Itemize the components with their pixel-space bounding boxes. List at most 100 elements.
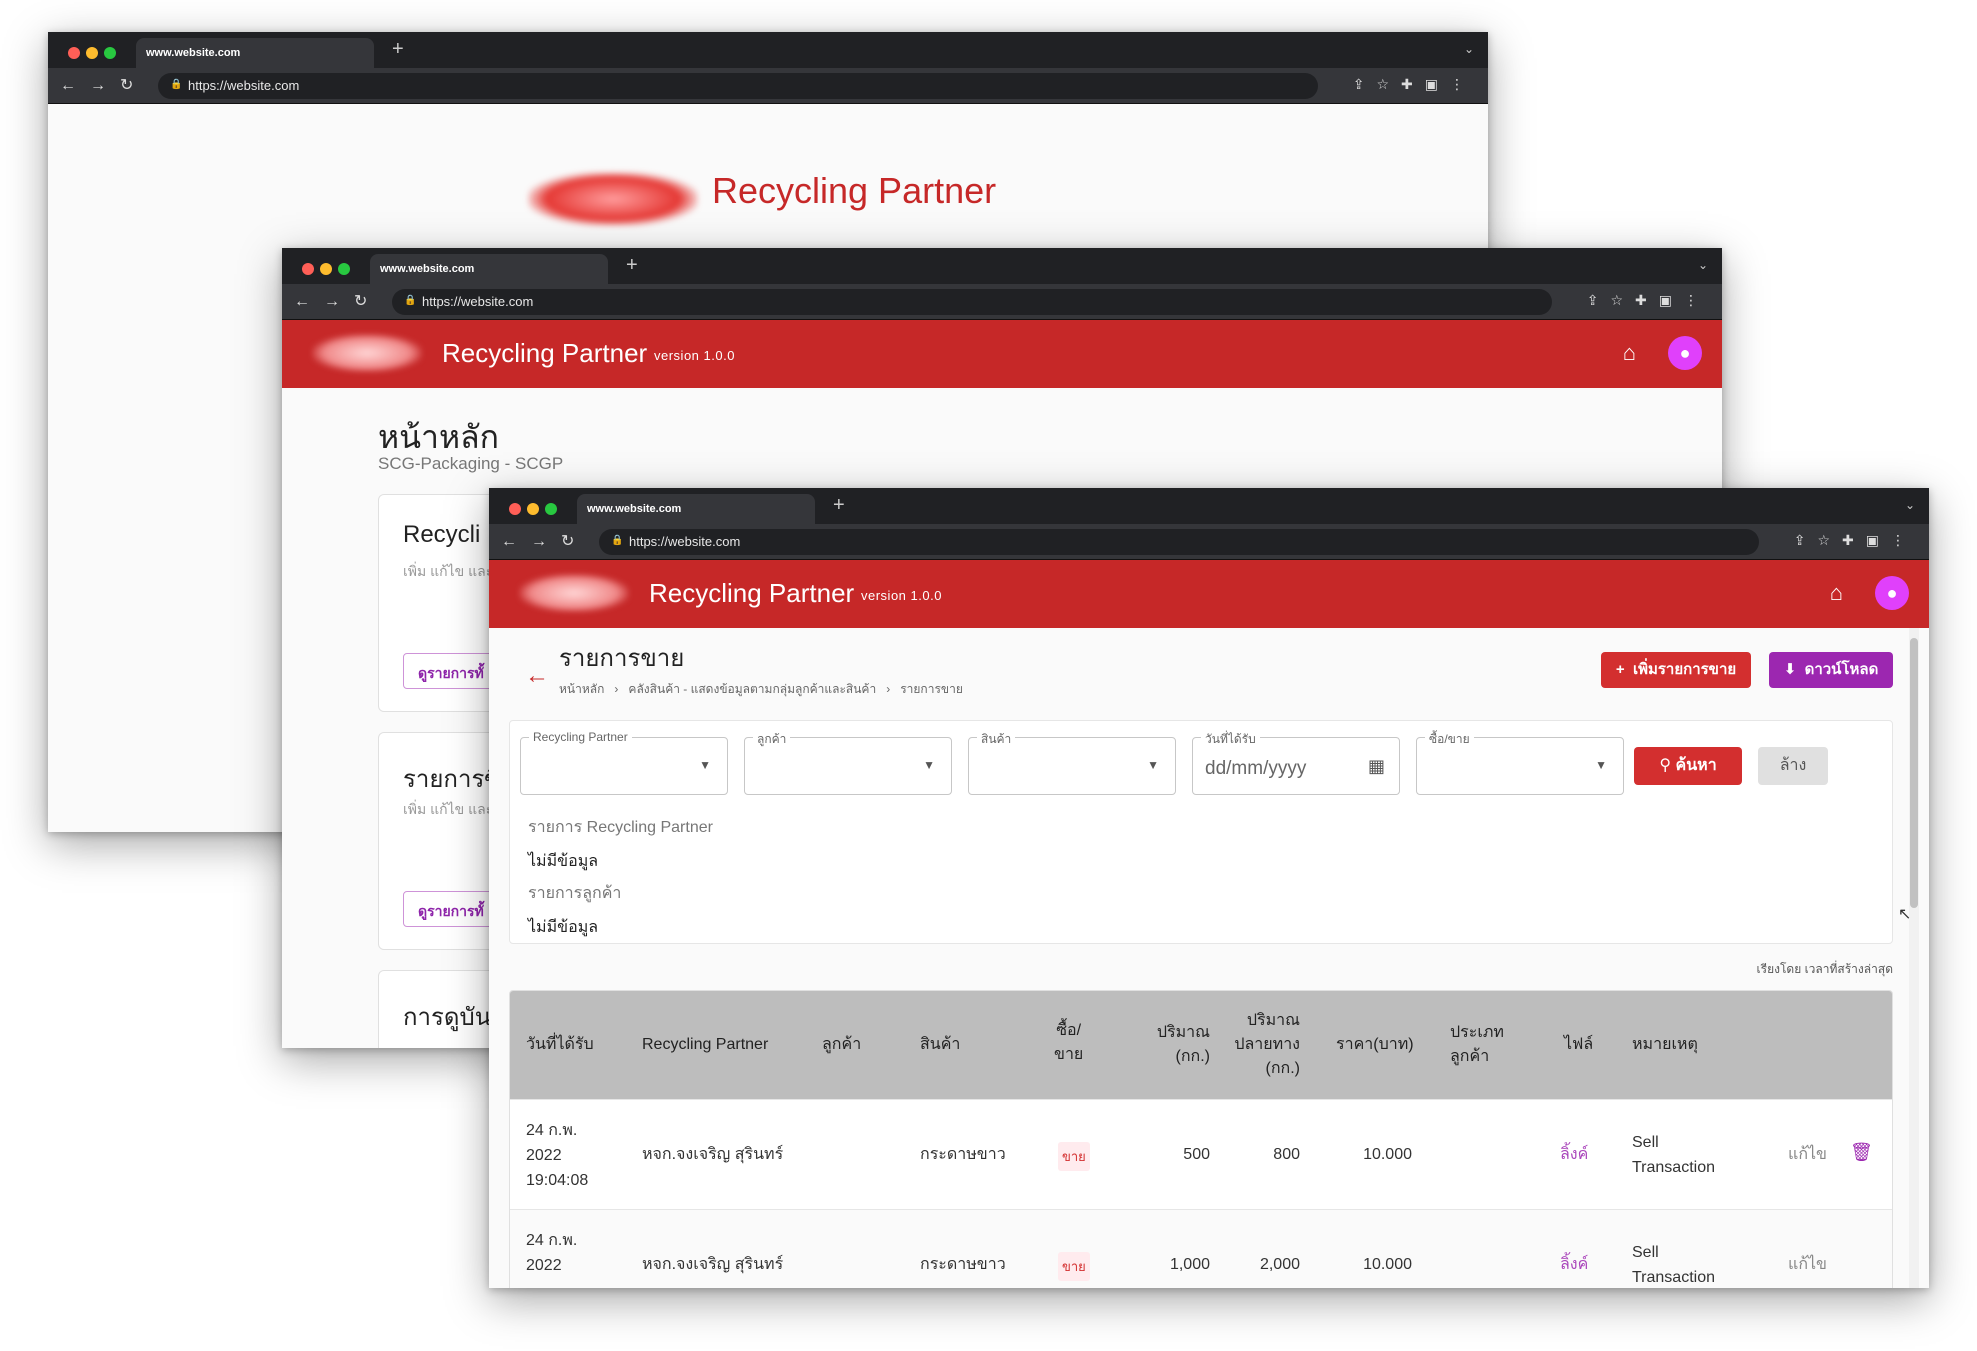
buysell-select[interactable]: ซื้อ/ขาย ▼ <box>1416 730 1624 795</box>
chevron-right-icon: › <box>879 682 897 696</box>
toolbar-icons[interactable]: ⇪☆✚▣⋮ <box>1587 292 1710 309</box>
col-file[interactable]: ไฟล์ <box>1564 1033 1593 1057</box>
home-icon[interactable]: ⌂ <box>1830 580 1843 606</box>
col-note[interactable]: หมายเหตุ <box>1632 1033 1698 1057</box>
app-title: Recycling Partner <box>649 578 855 608</box>
col-custtype-line1: ประเภท <box>1450 1024 1504 1041</box>
login-title: Recycling Partner <box>712 170 997 211</box>
browser-tab[interactable]: www.website.com <box>370 254 608 284</box>
toolbar-icons[interactable]: ⇪☆✚▣⋮ <box>1794 532 1917 549</box>
download-label: ดาวน์โหลด <box>1804 661 1879 678</box>
sales-page: ← รายการขาย หน้าหลัก › คลังสินค้า - แสดง… <box>489 628 1919 1288</box>
chevron-right-icon: › <box>607 682 626 696</box>
product-select[interactable]: สินค้า ▼ <box>968 730 1176 795</box>
home-icon[interactable]: ⌂ <box>1623 340 1636 366</box>
minimize-window-button[interactable] <box>320 263 332 275</box>
cell-date: 24 ก.พ. 2022 19:04:08 <box>526 1118 588 1193</box>
nav-buttons[interactable]: ←→↻ <box>294 291 381 311</box>
partner-select[interactable]: Recycling Partner ▼ <box>520 730 728 795</box>
card-title: Recycli <box>403 521 481 548</box>
col-custtype-line2: ลูกค้า <box>1450 1048 1490 1065</box>
scrollbar[interactable] <box>1909 628 1919 1288</box>
file-link[interactable]: ลิ้งค์ <box>1560 1252 1588 1277</box>
customer-select[interactable]: ลูกค้า ▼ <box>744 730 952 795</box>
new-tab-button[interactable]: + <box>626 254 638 277</box>
toolbar: ←→↻ 🔒 https://website.com ⇪☆✚▣⋮ <box>489 524 1929 560</box>
col-product[interactable]: สินค้า <box>920 1033 960 1057</box>
browser-tab[interactable]: www.website.com <box>136 38 374 68</box>
download-icon: ⬇ <box>1783 661 1805 678</box>
add-sale-label: เพิ่มรายการขาย <box>1632 661 1737 678</box>
close-window-button[interactable] <box>509 503 521 515</box>
close-window-button[interactable] <box>302 263 314 275</box>
sort-selector[interactable]: เรียงโดย เวลาที่สร้างล่าสุด <box>1757 960 1893 979</box>
date-input[interactable]: วันที่ได้รับ dd/mm/yyyy ▦ <box>1192 730 1400 795</box>
tab-search-chevron-icon[interactable]: ⌄ <box>1905 498 1915 512</box>
table-row: 24 ก.พ. 2022 19:04:08 หจก.จงเจริญ สุรินทร์… <box>510 1099 1892 1209</box>
customer-select-label: ลูกค้า <box>753 730 791 749</box>
tab-search-chevron-icon[interactable]: ⌄ <box>1464 42 1474 56</box>
card-subtitle: เพิ่ม แก้ไข และ <box>403 563 494 579</box>
caret-down-icon: ▼ <box>1147 758 1159 772</box>
close-window-button[interactable] <box>68 47 80 59</box>
new-tab-button[interactable]: + <box>833 494 845 517</box>
col-customer[interactable]: ลูกค้า <box>822 1033 861 1057</box>
caret-down-icon: ▼ <box>923 758 935 772</box>
sales-table: วันที่ได้รับ Recycling Partner ลูกค้า สิ… <box>509 990 1893 1288</box>
download-button[interactable]: ⬇ ดาวน์โหลด <box>1769 652 1893 688</box>
cell-price: 10.000 <box>1363 1256 1412 1273</box>
cell-note: Sell Transaction <box>1632 1240 1715 1288</box>
user-icon: ● <box>1679 343 1691 363</box>
file-link[interactable]: ลิ้งค์ <box>1560 1142 1588 1167</box>
address-bar[interactable]: 🔒 https://website.com <box>599 529 1759 555</box>
col-qty[interactable]: ปริมาณ (กก.) <box>1120 1021 1210 1069</box>
edit-button[interactable]: แก้ไข <box>1788 1252 1827 1277</box>
minimize-window-button[interactable] <box>527 503 539 515</box>
breadcrumb-stock[interactable]: คลังสินค้า - แสดงข้อมูลตามกลุ่มลูกค้าและ… <box>628 682 876 696</box>
cell-type: ขาย <box>1058 1142 1090 1171</box>
cell-note: Sell Transaction <box>1632 1130 1715 1180</box>
tab-search-chevron-icon[interactable]: ⌄ <box>1698 258 1708 272</box>
caret-down-icon: ▼ <box>699 758 711 772</box>
col-dest-line2: ปลายทาง <box>1234 1036 1300 1053</box>
back-arrow-icon[interactable]: ← <box>525 662 549 690</box>
calendar-icon[interactable]: ▦ <box>1368 756 1385 777</box>
edit-button[interactable]: แก้ไข <box>1788 1142 1827 1167</box>
col-date[interactable]: วันที่ได้รับ <box>526 1033 594 1057</box>
address-bar[interactable]: 🔒 https://website.com <box>392 289 1552 315</box>
sell-badge: ขาย <box>1058 1142 1090 1171</box>
search-button[interactable]: ⚲ ค้นหา <box>1634 747 1742 785</box>
cell-date-line3: 19:04:08 <box>526 1172 589 1189</box>
nav-buttons[interactable]: ←→↻ <box>501 531 588 551</box>
trash-icon[interactable]: 🗑 <box>1850 1142 1873 1163</box>
partner-list-label: รายการ Recycling Partner <box>528 819 713 836</box>
col-buysell[interactable]: ซื้อ/ขาย <box>1054 1019 1083 1067</box>
browser-tab[interactable]: www.website.com <box>577 494 815 524</box>
breadcrumb-home[interactable]: หน้าหลัก <box>559 682 604 696</box>
col-partner[interactable]: Recycling Partner <box>642 1033 768 1057</box>
avatar[interactable]: ● <box>1875 576 1909 610</box>
search-icon: ⚲ <box>1659 757 1676 774</box>
new-tab-button[interactable]: + <box>392 38 404 61</box>
add-sale-button[interactable]: + เพิ่มรายการขาย <box>1601 652 1751 688</box>
maximize-window-button[interactable] <box>338 263 350 275</box>
cell-date: 24 ก.พ. 2022 <box>526 1228 577 1278</box>
minimize-window-button[interactable] <box>86 47 98 59</box>
nav-buttons[interactable]: ←→↻ <box>60 75 147 95</box>
table-row: 24 ก.พ. 2022 หจก.จงเจริญ สุรินทร์ กระดาษข… <box>510 1209 1892 1288</box>
page-title: รายการขาย <box>559 645 685 672</box>
maximize-window-button[interactable] <box>545 503 557 515</box>
scrollbar-thumb[interactable] <box>1910 638 1918 908</box>
cell-product: กระดาษขาว <box>920 1256 1006 1273</box>
clear-button[interactable]: ล้าง <box>1758 747 1828 785</box>
address-bar[interactable]: 🔒 https://website.com <box>158 73 1318 99</box>
toolbar-icons[interactable]: ⇪☆✚▣⋮ <box>1353 76 1476 93</box>
maximize-window-button[interactable] <box>104 47 116 59</box>
page-subtitle: SCG-Packaging - SCGP <box>378 454 564 473</box>
sell-badge: ขาย <box>1058 1252 1090 1281</box>
col-customer-type[interactable]: ประเภทลูกค้า <box>1450 1021 1504 1069</box>
avatar[interactable]: ● <box>1668 336 1702 370</box>
cell-partner: หจก.จงเจริญ สุรินทร์ <box>642 1256 784 1273</box>
col-dest-qty[interactable]: ปริมาณ ปลายทาง (กก.) <box>1210 1009 1300 1081</box>
col-price[interactable]: ราคา(บาท) <box>1336 1033 1414 1057</box>
